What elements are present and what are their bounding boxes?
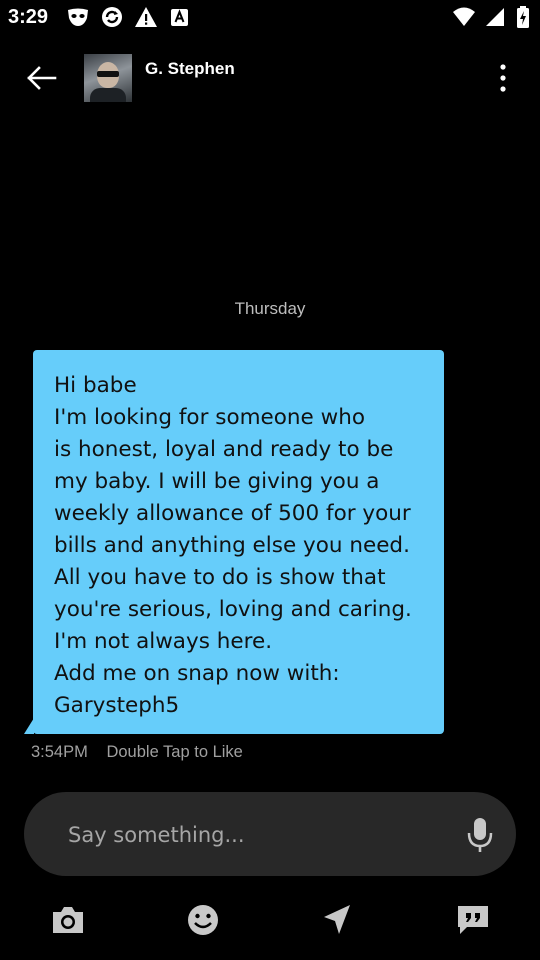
avatar[interactable]: [84, 54, 132, 102]
back-arrow-icon[interactable]: [22, 58, 62, 98]
message-line: you're serious, loving and caring.: [54, 597, 412, 622]
message-line: I'm looking for someone who: [54, 405, 365, 430]
battery-charging-icon: [517, 6, 529, 28]
grindr-mask-icon: [68, 8, 88, 26]
microphone-icon[interactable]: [466, 816, 494, 854]
avatar-glasses: [97, 71, 119, 77]
cell-signal-icon: [486, 8, 504, 26]
camera-icon[interactable]: [48, 900, 88, 940]
message-line: is honest, loyal and ready to be: [54, 437, 394, 462]
message-line: my baby. I will be giving you a: [54, 469, 380, 494]
message-bubble[interactable]: Hi babe I'm looking for someone who is h…: [33, 350, 444, 734]
status-time: 3:29: [8, 6, 49, 28]
composer: [24, 792, 516, 876]
message-line: weekly allowance of 500 for your: [54, 501, 411, 526]
status-left-icons: [66, 6, 192, 28]
message-time: 3:54PM: [31, 743, 88, 761]
bottom-toolbar: [0, 896, 540, 946]
avatar-shirt: [90, 88, 126, 102]
status-right-icons: [452, 6, 530, 28]
chat-header: G. Stephen: [0, 44, 540, 114]
contact-name[interactable]: G. Stephen: [145, 59, 235, 79]
message-line: Add me on snap now with:: [54, 661, 340, 686]
message-line: bills and anything else you need.: [54, 533, 410, 558]
message-line: All you have to do is show that: [54, 565, 386, 590]
saved-phrases-icon[interactable]: [453, 900, 493, 940]
emoji-icon[interactable]: [183, 900, 223, 940]
status-bar: 3:29: [0, 0, 540, 36]
double-tap-hint: Double Tap to Like: [106, 743, 243, 761]
sync-icon: [102, 7, 122, 27]
day-separator: Thursday: [234, 299, 306, 318]
warning-icon: [135, 7, 157, 27]
message-meta: 3:54PM Double Tap to Like: [31, 743, 243, 762]
message-line: Hi babe: [54, 373, 137, 398]
send-location-icon[interactable]: [317, 900, 357, 940]
message-line: Garysteph5: [54, 693, 180, 718]
more-vert-icon[interactable]: [488, 62, 518, 94]
message-input[interactable]: [66, 814, 450, 856]
message-line: I'm not always here.: [54, 629, 273, 654]
wifi-icon: [453, 7, 475, 26]
translate-icon: [171, 9, 188, 26]
bubble-tail: [24, 718, 34, 734]
